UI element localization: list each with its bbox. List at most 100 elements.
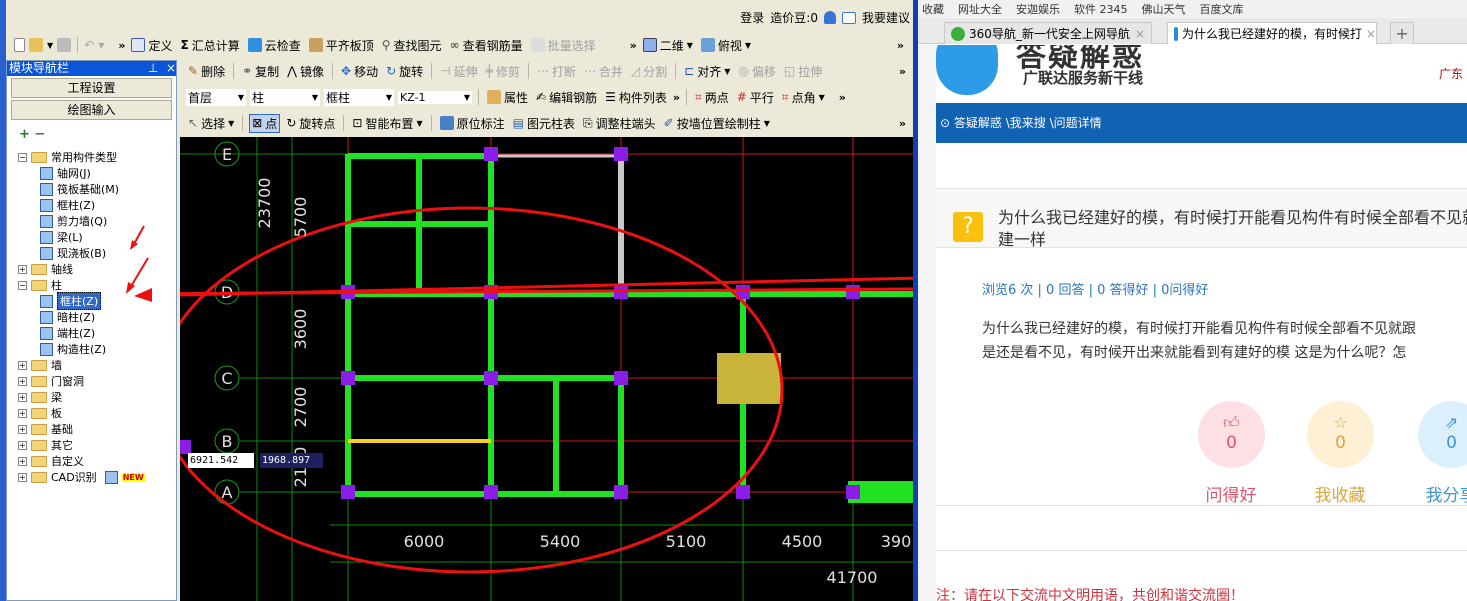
tab-question[interactable]: 为什么我已经建好的模，有时候打 ×: [1167, 22, 1377, 44]
drawing-input-button[interactable]: 绘图输入: [11, 100, 172, 120]
align-dropdown[interactable]: ⊏ 对齐 ▼: [682, 63, 732, 80]
expand-icon[interactable]: +: [18, 408, 27, 418]
define-button[interactable]: 定义: [129, 37, 174, 54]
floor-select[interactable]: 首层 ▼: [186, 88, 246, 106]
share-button[interactable]: ⇗ 0: [1418, 401, 1467, 468]
tree-item[interactable]: 筏板基础(M): [18, 181, 145, 197]
bookmark-item[interactable]: 安迦娱乐: [1016, 1, 1060, 17]
good-question-label[interactable]: 问得好: [1186, 481, 1276, 506]
suggest-link[interactable]: 我要建议: [862, 9, 910, 26]
trim-button[interactable]: ╪ 修剪: [484, 63, 522, 80]
project-settings-button[interactable]: 工程设置: [11, 78, 172, 98]
rotate-button[interactable]: ↻ 旋转: [384, 63, 425, 80]
expand-icon[interactable]: +: [18, 472, 27, 482]
overflow-icon[interactable]: »: [897, 39, 904, 52]
view-rebar-button[interactable]: ∞ 查看钢筋量: [448, 37, 525, 54]
close-tab-icon[interactable]: ×: [1366, 27, 1376, 41]
tree-item[interactable]: + CAD识别 NEW: [18, 469, 145, 485]
expand-icon[interactable]: +: [18, 376, 27, 386]
properties-button[interactable]: 属性: [485, 89, 530, 106]
expand-collapse-icons[interactable]: + −: [19, 127, 45, 142]
break-button[interactable]: ⋯ 打断: [535, 63, 578, 80]
coord-y-input[interactable]: 1968.897: [260, 453, 323, 468]
coord-x-input[interactable]: 6921.542: [188, 453, 254, 468]
category-select[interactable]: 柱 ▼: [250, 88, 320, 106]
copy-button[interactable]: ⚭ 复制: [240, 63, 281, 80]
mirror-button[interactable]: ⋀ 镜像: [285, 63, 326, 80]
tree-item[interactable]: + 其它: [18, 437, 145, 453]
bookmark-item[interactable]: 百度文库: [1200, 1, 1244, 17]
adjust-column-end-button[interactable]: ⎘ 调整柱端头: [581, 115, 658, 132]
tree-item[interactable]: 轴网(J): [18, 165, 145, 181]
point-angle-dropdown[interactable]: ⌗ 点角 ▼: [780, 89, 827, 106]
bell-icon[interactable]: [823, 11, 836, 24]
edit-rebar-button[interactable]: ✍ 编辑钢筋: [534, 89, 599, 106]
bookmark-item[interactable]: 网址大全: [958, 1, 1002, 17]
view-mode-dropdown[interactable]: 二维 ▼: [641, 37, 695, 54]
collapse-icon[interactable]: −: [18, 152, 27, 162]
expand-icon[interactable]: +: [18, 360, 27, 370]
tree-item[interactable]: + 板: [18, 405, 145, 421]
expand-icon[interactable]: +: [18, 456, 27, 466]
bookmark-item[interactable]: 收藏: [922, 1, 944, 17]
draw-by-wall-dropdown[interactable]: ✐ 按墙位置绘制柱 ▼: [662, 115, 772, 132]
overflow-icon[interactable]: »: [899, 117, 906, 130]
overflow-icon[interactable]: »: [899, 65, 906, 78]
expand-icon[interactable]: +: [18, 264, 27, 274]
tree-item[interactable]: + 梁: [18, 389, 145, 405]
tree-item[interactable]: + 门窗洞: [18, 373, 145, 389]
extend-button[interactable]: ⊣ 延伸: [438, 63, 479, 80]
login-link[interactable]: 登录: [740, 9, 764, 26]
tree-item[interactable]: 构造柱(Z): [18, 341, 145, 357]
collapse-icon[interactable]: −: [18, 280, 27, 290]
type-select[interactable]: 框柱 ▼: [324, 88, 394, 106]
move-button[interactable]: ✥ 移动: [339, 63, 380, 80]
tree-item[interactable]: + 自定义: [18, 453, 145, 469]
overflow-icon[interactable]: »: [839, 91, 846, 104]
favorite-button[interactable]: ☆ 0: [1307, 401, 1374, 468]
tab-360-nav[interactable]: 360导航_新一代安全上网导航 ×: [944, 22, 1152, 44]
drawing-canvas[interactable]: EDCBA 2370057003600270021006000540051004…: [180, 137, 913, 601]
tree-item[interactable]: − 常用构件类型: [18, 149, 145, 165]
cloud-check-button[interactable]: 云检查: [246, 37, 303, 54]
new-tab-button[interactable]: +: [1390, 22, 1414, 44]
offset-button[interactable]: ◎ 偏移: [736, 63, 778, 80]
parallel-button[interactable]: # 平行: [735, 89, 776, 106]
dropdown-arrow-icon[interactable]: ▼: [98, 41, 104, 50]
overflow-icon[interactable]: »: [630, 39, 637, 52]
stretch-button[interactable]: ◱ 拉伸: [782, 63, 824, 80]
close-icon[interactable]: ×: [166, 61, 176, 75]
dropdown-arrow-icon[interactable]: ▼: [47, 41, 53, 50]
tree-item[interactable]: + 墙: [18, 357, 145, 373]
save-icon[interactable]: [57, 38, 72, 52]
tree-item[interactable]: 框柱(Z): [18, 197, 145, 213]
share-label[interactable]: 我分享: [1406, 481, 1467, 506]
bookmark-item[interactable]: 软件 2345: [1074, 1, 1128, 17]
expand-icon[interactable]: +: [18, 440, 27, 450]
find-element-button[interactable]: ⚲ 查找图元: [380, 37, 444, 54]
region-link[interactable]: 广东: [1439, 65, 1463, 82]
rotate-point-button[interactable]: ↻ 旋转点: [284, 115, 337, 132]
close-tab-icon[interactable]: ×: [1135, 27, 1145, 41]
bookmark-item[interactable]: 佛山天气: [1142, 1, 1186, 17]
favorite-label[interactable]: 我收藏: [1295, 481, 1385, 506]
component-name-select[interactable]: KZ-1 ▼: [398, 90, 472, 104]
tree-item[interactable]: 端柱(Z): [18, 325, 145, 341]
tree-item[interactable]: + 基础: [18, 421, 145, 437]
pin-icon[interactable]: ⊥: [148, 61, 158, 75]
select-dropdown[interactable]: ↖ 选择 ▼: [186, 115, 236, 132]
point-button[interactable]: ⊠ 点: [249, 113, 281, 133]
component-list-button[interactable]: ☰ 构件列表: [603, 89, 669, 106]
expand-icon[interactable]: +: [18, 392, 27, 402]
tree-item[interactable]: 暗柱(Z): [18, 309, 145, 325]
delete-button[interactable]: ✎ 删除: [186, 63, 227, 80]
batch-select-button[interactable]: 批量选择: [529, 37, 598, 54]
breadcrumb[interactable]: 答疑解惑 \我来搜 \问题详情: [954, 116, 1102, 130]
smart-layout-dropdown[interactable]: ⊡ 智能布置 ▼: [350, 115, 424, 132]
two-point-button[interactable]: ⌗ 两点: [693, 89, 731, 106]
align-slab-top-button[interactable]: 平齐板顶: [307, 37, 376, 54]
good-question-button[interactable]: 👍︎ 0: [1198, 401, 1265, 468]
view-angle-dropdown[interactable]: 俯视 ▼: [699, 37, 753, 54]
open-folder-icon[interactable]: [29, 38, 43, 52]
merge-button[interactable]: ⋯ 合并: [582, 63, 625, 80]
